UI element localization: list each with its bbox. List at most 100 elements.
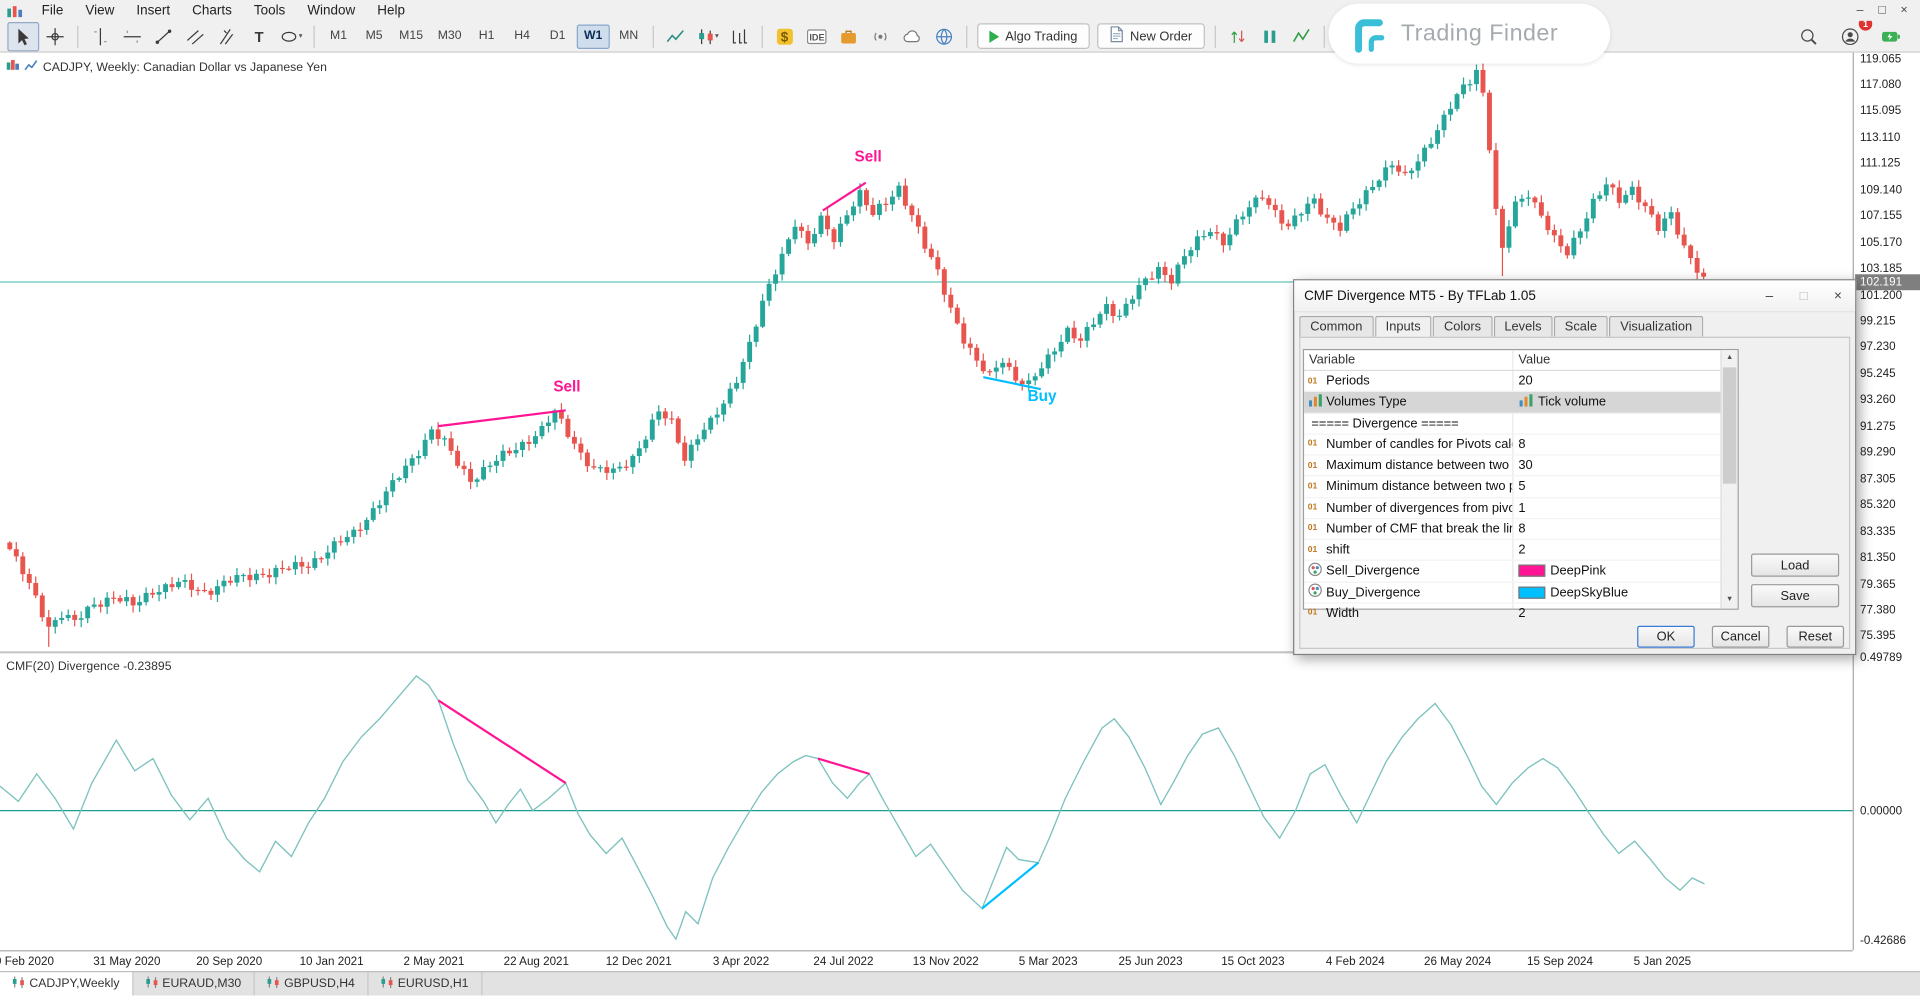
param-row-8[interactable]: 01shift2 xyxy=(1304,540,1737,561)
sort-icon[interactable] xyxy=(1222,21,1254,50)
briefcase-icon[interactable] xyxy=(833,21,865,50)
dialog-tab-inputs[interactable]: Inputs xyxy=(1375,316,1432,338)
param-row-1[interactable]: Volumes TypeTick volume xyxy=(1304,392,1737,413)
time-label: 12 Dec 2021 xyxy=(606,955,672,968)
timeframe-M1[interactable]: M1 xyxy=(322,24,355,48)
dialog-tab-scale[interactable]: Scale xyxy=(1554,316,1608,337)
dialog-tab-colors[interactable]: Colors xyxy=(1433,316,1492,337)
price-axis[interactable]: 119.065117.080115.095113.110111.125109.1… xyxy=(1853,53,1920,951)
menu-tools[interactable]: Tools xyxy=(243,2,296,19)
timeframe-D1[interactable]: D1 xyxy=(541,24,574,48)
param-row-6[interactable]: 01Number of divergences from pivot1 xyxy=(1304,498,1737,519)
window-restore-button[interactable]: □ xyxy=(1871,1,1893,21)
param-value[interactable]: 2 xyxy=(1513,540,1720,560)
dollar-icon[interactable]: $ xyxy=(769,21,801,50)
save-button[interactable]: Save xyxy=(1751,584,1839,607)
param-value[interactable]: 2 xyxy=(1513,603,1720,623)
chart-tab-eurusd-h1[interactable]: EURUSD,H1 xyxy=(368,972,482,995)
menu-view[interactable]: View xyxy=(74,2,125,19)
menu-file[interactable]: File xyxy=(31,2,75,19)
scroll-thumb[interactable] xyxy=(1723,367,1736,483)
scroll-down-icon[interactable]: ▼ xyxy=(1722,593,1738,609)
param-row-0[interactable]: 01Periods20 xyxy=(1304,371,1737,392)
ide-icon[interactable]: IDE xyxy=(801,21,833,50)
search-icon[interactable] xyxy=(1793,21,1825,50)
param-value[interactable]: 30 xyxy=(1513,456,1720,476)
chart-tab-gbpusd-h4[interactable]: GBPUSD,H4 xyxy=(255,972,369,995)
cmf-indicator-chart[interactable] xyxy=(0,654,1853,949)
timeframe-M15[interactable]: M15 xyxy=(393,24,429,48)
param-value[interactable]: DeepPink xyxy=(1513,561,1720,581)
algo-trading-button[interactable]: Algo Trading xyxy=(977,23,1090,49)
param-row-2[interactable]: ===== Divergence ===== xyxy=(1304,413,1737,434)
menu-help[interactable]: Help xyxy=(366,2,416,19)
shapes-icon[interactable]: ▾ xyxy=(276,21,308,50)
param-row-9[interactable]: Sell_DivergenceDeepPink xyxy=(1304,561,1737,582)
table-scrollbar[interactable]: ▲ ▼ xyxy=(1720,350,1737,608)
crosshair-icon[interactable] xyxy=(39,21,71,50)
cursor-icon[interactable] xyxy=(7,21,39,50)
param-row-4[interactable]: 01Maximum distance between two pivots30 xyxy=(1304,456,1737,477)
dialog-tab-common[interactable]: Common xyxy=(1299,316,1373,337)
param-row-3[interactable]: 01Number of candles for Pivots calculati… xyxy=(1304,434,1737,455)
pitchfork-icon[interactable] xyxy=(212,21,244,50)
menu-window[interactable]: Window xyxy=(296,2,366,19)
chart-tab-cadjpy-weekly[interactable]: CADJPY,Weekly xyxy=(0,972,133,995)
load-button[interactable]: Load xyxy=(1751,553,1839,576)
toolbar-separator xyxy=(653,25,654,47)
time-axis[interactable]: 9 Feb 202031 May 202020 Sep 202010 Jan 2… xyxy=(0,950,1853,971)
param-value[interactable]: 5 xyxy=(1513,477,1720,497)
battery-icon[interactable] xyxy=(1876,21,1908,50)
timeframe-M5[interactable]: M5 xyxy=(358,24,391,48)
dialog-tab-visualization[interactable]: Visualization xyxy=(1609,316,1703,337)
dialog-tab-levels[interactable]: Levels xyxy=(1493,316,1552,337)
line-chart-icon[interactable] xyxy=(660,21,692,50)
param-value[interactable]: DeepSkyBlue xyxy=(1513,582,1720,602)
timeframe-H1[interactable]: H1 xyxy=(470,24,503,48)
candle-chart-icon[interactable]: ▾ xyxy=(692,21,724,50)
reset-button[interactable]: Reset xyxy=(1787,626,1845,648)
param-value[interactable]: 8 xyxy=(1513,519,1720,539)
signal-icon[interactable] xyxy=(864,21,896,50)
chart-tab-euraud-m30[interactable]: EURAUD,M30 xyxy=(133,972,255,995)
cancel-button[interactable]: Cancel xyxy=(1712,626,1770,648)
timeframe-H4[interactable]: H4 xyxy=(506,24,539,48)
menu-insert[interactable]: Insert xyxy=(125,2,181,19)
horizontal-line-icon[interactable] xyxy=(116,21,148,50)
param-row-7[interactable]: 01Number of CMF that break the line8 xyxy=(1304,519,1737,540)
channel-icon[interactable] xyxy=(180,21,212,50)
param-value[interactable]: 20 xyxy=(1513,371,1720,391)
param-value[interactable]: Tick volume xyxy=(1513,392,1720,412)
param-value[interactable]: 8 xyxy=(1513,434,1720,454)
cmf-divergence-buy[interactable] xyxy=(982,863,1038,909)
timeframe-MN[interactable]: MN xyxy=(612,24,645,48)
dialog-minimize-button[interactable]: – xyxy=(1752,281,1786,310)
param-value[interactable] xyxy=(1513,413,1720,433)
zigzag-icon[interactable] xyxy=(1285,21,1317,50)
cloud-icon[interactable] xyxy=(896,21,928,50)
dialog-title-bar[interactable]: CMF Divergence MT5 - By TFLab 1.05 – □ × xyxy=(1294,280,1855,312)
divergence-sell[interactable]: Sell xyxy=(438,379,580,426)
param-value[interactable]: 1 xyxy=(1513,498,1720,518)
bar-chart-icon[interactable] xyxy=(724,21,756,50)
text-icon[interactable]: T xyxy=(244,21,276,50)
menu-charts[interactable]: Charts xyxy=(181,2,243,19)
new-order-button[interactable]: New Order xyxy=(1097,23,1204,49)
ok-button[interactable]: OK xyxy=(1637,626,1695,648)
scroll-up-icon[interactable]: ▲ xyxy=(1722,350,1738,366)
dialog-close-button[interactable]: × xyxy=(1821,281,1855,310)
cmf-divergence-sell[interactable] xyxy=(438,700,565,783)
param-row-11[interactable]: 01Width2 xyxy=(1304,603,1737,624)
timeframe-M30[interactable]: M30 xyxy=(432,24,468,48)
pause-icon[interactable] xyxy=(1253,21,1285,50)
vertical-line-icon[interactable] xyxy=(84,21,116,50)
param-row-5[interactable]: 01Minimum distance between two pivots5 xyxy=(1304,477,1737,498)
param-row-10[interactable]: Buy_DivergenceDeepSkyBlue xyxy=(1304,582,1737,603)
window-close-button[interactable]: × xyxy=(1893,1,1915,21)
timeframe-W1[interactable]: W1 xyxy=(577,24,610,48)
globe-icon[interactable] xyxy=(928,21,960,50)
trendline-icon[interactable] xyxy=(148,21,180,50)
window-minimize-button[interactable]: – xyxy=(1849,1,1871,21)
svg-text:Sell: Sell xyxy=(553,379,580,396)
toolbar-separator xyxy=(762,25,763,47)
